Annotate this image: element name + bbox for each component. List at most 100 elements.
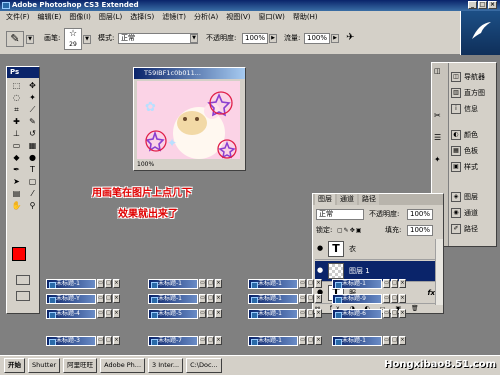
tab-paths[interactable]: 路径 — [359, 194, 379, 205]
minimized-window-title[interactable]: 未标题-1 — [332, 336, 382, 346]
magic-wand-icon[interactable]: ✦ — [25, 92, 40, 103]
airbrush-icon[interactable]: ✈ — [346, 32, 354, 43]
minimized-window-title[interactable]: 未标题-4 — [46, 309, 96, 319]
minimized-window-title[interactable]: 未标题-Y — [46, 294, 96, 304]
minimized-window-title[interactable]: 未标题-1 — [248, 336, 298, 346]
taskbar-explorer[interactable]: C:\Doc... — [186, 358, 222, 373]
menu-file[interactable]: 文件(F) — [6, 11, 30, 23]
maximize-button[interactable]: □ — [207, 279, 214, 288]
panel-tool-icon-4[interactable]: ✦ — [434, 155, 441, 164]
close-button[interactable]: × — [113, 309, 120, 318]
blend-mode-select[interactable]: 正常 — [316, 209, 364, 220]
restore-button[interactable]: ▭ — [199, 279, 206, 288]
maximize-button[interactable]: □ — [105, 336, 112, 345]
mode-dropdown-arrow[interactable]: ▼ — [190, 34, 198, 43]
brush-picker-arrow[interactable]: ▼ — [83, 35, 91, 44]
dodge-icon[interactable]: ● — [25, 152, 40, 163]
restore-button[interactable]: ▭ — [199, 294, 206, 303]
close-button[interactable]: × — [399, 294, 406, 303]
maximize-button[interactable]: □ — [391, 279, 398, 288]
panel-histogram[interactable]: ▥ 直方图 — [451, 87, 485, 99]
maximize-button[interactable]: □ — [391, 309, 398, 318]
taskbar-photoshop[interactable]: Adobe Ph... — [100, 358, 146, 373]
menu-filter[interactable]: 滤镜(T) — [162, 11, 186, 23]
maximize-button[interactable]: □ — [105, 309, 112, 318]
restore-button[interactable]: ▭ — [199, 336, 206, 345]
menu-select[interactable]: 选择(S) — [130, 11, 154, 23]
flow-slider-arrow[interactable]: ▶ — [331, 34, 339, 43]
maximize-button[interactable]: □ — [207, 309, 214, 318]
screen-mode-icon[interactable] — [16, 291, 30, 301]
maximize-button[interactable]: □ — [207, 294, 214, 303]
minimized-window-title[interactable]: 未标题-1 — [332, 279, 382, 289]
restore-button[interactable]: ▭ — [199, 309, 206, 318]
close-button[interactable]: × — [399, 336, 406, 345]
minimize-button[interactable]: _ — [468, 1, 477, 9]
quick-mask-icon[interactable] — [16, 275, 30, 285]
start-button[interactable]: 开始 — [4, 358, 25, 373]
healing-icon[interactable]: ✚ — [9, 116, 24, 127]
close-button[interactable]: × — [399, 309, 406, 318]
close-button[interactable]: × — [215, 294, 222, 303]
brush-tool-preset-icon[interactable]: ✎ — [6, 31, 24, 47]
minimized-window-title[interactable]: 未标题-9 — [332, 294, 382, 304]
eyedropper-icon[interactable]: ⁄ — [25, 188, 40, 199]
restore-button[interactable]: ▭ — [97, 279, 104, 288]
minimized-window-title[interactable]: 未标题-1 — [248, 294, 298, 304]
mode-select[interactable]: 正常 — [118, 33, 198, 44]
panel-tool-icon-1[interactable]: ◫ — [434, 67, 441, 75]
panel-tool-icon-2[interactable]: ✂ — [434, 111, 441, 120]
marquee-icon[interactable]: ⬚ — [9, 80, 24, 91]
menu-edit[interactable]: 编辑(E) — [38, 11, 62, 23]
brush-icon[interactable]: ✎ — [25, 116, 40, 127]
panel-tool-icon-3[interactable]: ☰ — [434, 133, 441, 142]
pen-icon[interactable]: ✒ — [9, 164, 24, 175]
foreground-color-swatch[interactable] — [12, 247, 26, 261]
taskbar-internet[interactable]: 3 Inter... — [148, 358, 184, 373]
maximize-button[interactable]: □ — [391, 294, 398, 303]
path-select-icon[interactable]: ➤ — [9, 176, 24, 187]
opacity-slider-arrow[interactable]: ▶ — [269, 34, 277, 43]
restore-button[interactable]: ▭ — [383, 309, 390, 318]
minimized-window-title[interactable]: 未标题-1 — [46, 279, 96, 289]
shape-icon[interactable]: ▢ — [25, 176, 40, 187]
lock-icons[interactable]: ▢✎✥▣ — [337, 227, 369, 235]
close-button[interactable]: × — [113, 336, 120, 345]
maximize-button[interactable]: □ — [105, 279, 112, 288]
maximize-button[interactable]: □ — [105, 294, 112, 303]
close-button[interactable]: × — [215, 279, 222, 288]
restore-button[interactable]: ▭ — [97, 309, 104, 318]
menu-layer[interactable]: 图层(L) — [99, 11, 122, 23]
fill-input[interactable]: 100% — [407, 225, 433, 236]
close-button[interactable]: × — [399, 279, 406, 288]
maximize-button[interactable]: □ — [391, 336, 398, 345]
taskbar-aliwangwang[interactable]: 阿里旺旺 — [63, 358, 98, 373]
close-button[interactable]: × — [488, 1, 497, 9]
maximize-button[interactable]: □ — [307, 309, 314, 318]
maximize-button[interactable]: □ — [307, 336, 314, 345]
restore-button[interactable]: ▭ — [299, 279, 306, 288]
zoom-level[interactable]: 100% — [137, 161, 154, 168]
menu-view[interactable]: 视图(V) — [226, 11, 250, 23]
layer-opacity-input[interactable]: 100% — [407, 209, 433, 220]
close-button[interactable]: × — [315, 309, 322, 318]
flow-input[interactable]: 100% — [304, 33, 330, 44]
blur-icon[interactable]: ◆ — [9, 152, 24, 163]
visibility-eye-icon[interactable]: ● — [315, 244, 325, 254]
opacity-input[interactable]: 100% — [242, 33, 268, 44]
restore-button[interactable]: ▭ — [383, 279, 390, 288]
adobe-bridge-logo[interactable] — [460, 11, 500, 55]
fx-icon[interactable]: fx — [427, 289, 435, 297]
restore-button[interactable]: ▭ — [383, 336, 390, 345]
maximize-button[interactable]: □ — [207, 336, 214, 345]
minimized-window-title[interactable]: 未标题-1 — [248, 279, 298, 289]
hand-icon[interactable]: ✋ — [9, 200, 24, 211]
panel-color[interactable]: ◐ 颜色 — [451, 129, 478, 141]
slice-icon[interactable]: ⟋ — [25, 104, 40, 115]
close-button[interactable]: × — [315, 336, 322, 345]
close-button[interactable]: × — [315, 279, 322, 288]
close-button[interactable]: × — [215, 336, 222, 345]
gradient-icon[interactable]: ▦ — [25, 140, 40, 151]
history-brush-icon[interactable]: ↺ — [25, 128, 40, 139]
close-button[interactable]: × — [113, 279, 120, 288]
